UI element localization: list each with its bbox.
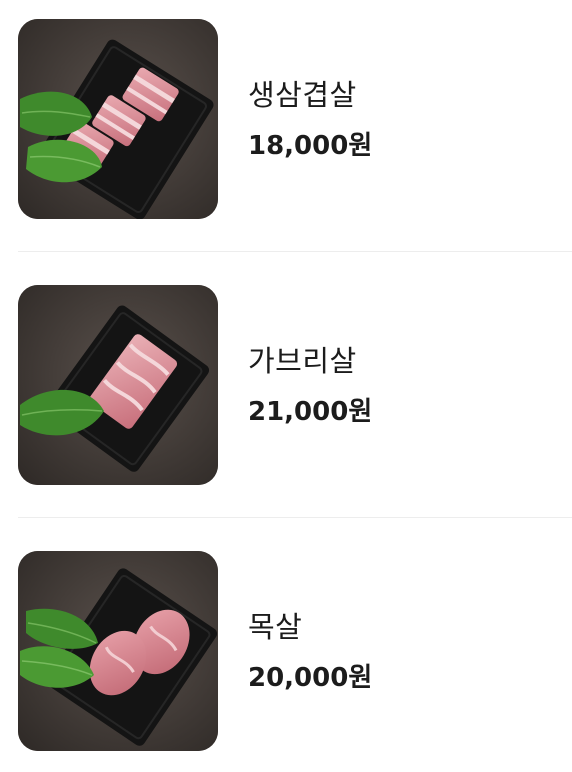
divider bbox=[18, 517, 572, 518]
menu-item-name: 가브리살 bbox=[248, 344, 357, 378]
divider bbox=[18, 251, 572, 252]
menu-item-photo bbox=[18, 19, 218, 219]
menu-item-name: 생삼겹살 bbox=[248, 78, 357, 112]
menu-item-photo bbox=[18, 551, 218, 751]
menu-item-pork-neck[interactable]: 목살 20,000원 bbox=[18, 551, 572, 751]
menu-item-price: 20,000원 bbox=[248, 663, 373, 693]
menu-item-price: 18,000원 bbox=[248, 131, 373, 161]
menu-list: 생삼겹살 18,000원 가브리살 21,000원 목살 20,000원 bbox=[0, 0, 572, 772]
pork-belly-photo bbox=[18, 19, 218, 219]
menu-item-price: 21,000원 bbox=[248, 397, 373, 427]
menu-item-pork-belly[interactable]: 생삼겹살 18,000원 bbox=[18, 19, 572, 219]
menu-item-pork-jowl[interactable]: 가브리살 21,000원 bbox=[18, 285, 572, 485]
menu-item-name: 목살 bbox=[248, 610, 303, 644]
pork-jowl-photo bbox=[18, 285, 218, 485]
pork-neck-photo bbox=[18, 551, 218, 751]
menu-item-photo bbox=[18, 285, 218, 485]
